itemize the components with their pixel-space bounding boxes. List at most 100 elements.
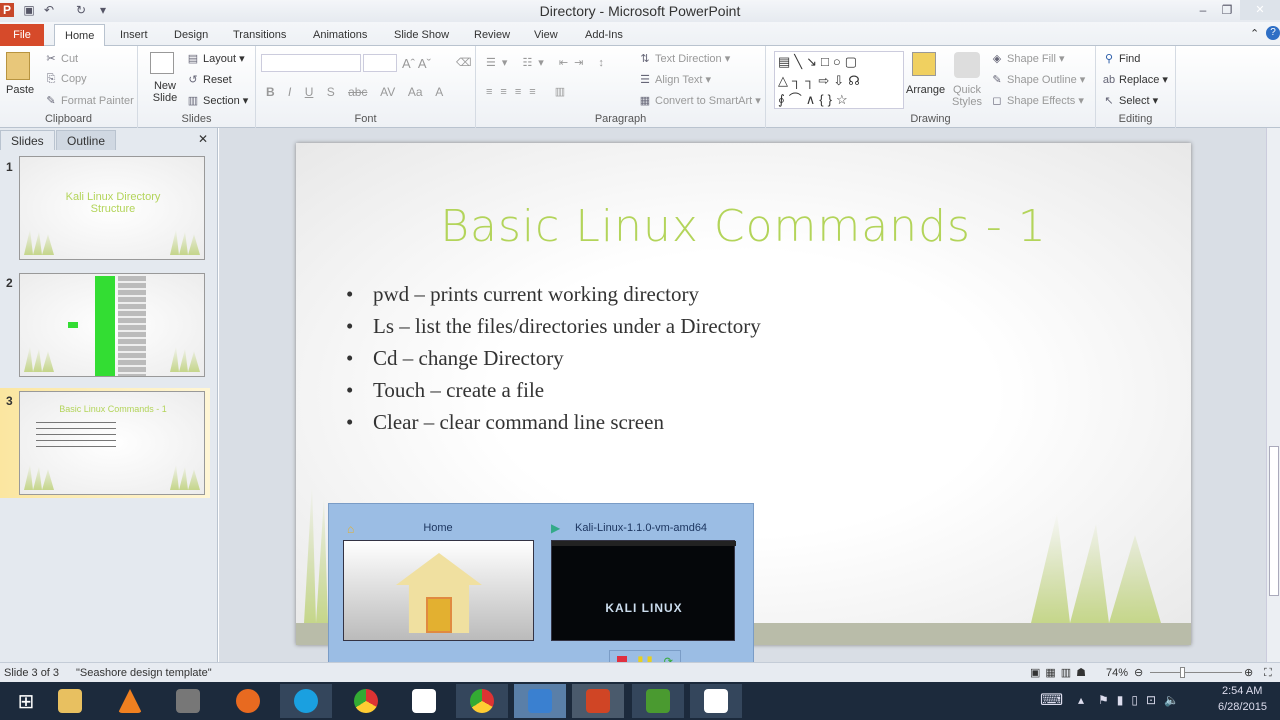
grass-decoration (24, 464, 54, 490)
taskbar-skype[interactable] (280, 684, 332, 718)
new-slide-button[interactable]: New Slide (148, 80, 182, 104)
zoom-in-button[interactable]: ⊕ (1244, 663, 1253, 683)
tab-insert[interactable]: Insert (110, 24, 158, 46)
copy-button[interactable]: Copy (61, 73, 87, 85)
close-panel-button[interactable]: ✕ (198, 132, 208, 146)
taskbar-camtasia[interactable] (632, 684, 684, 718)
zoom-out-button[interactable]: ⊖ (1134, 663, 1143, 683)
bullet-item[interactable]: Clear – clear command line screen (346, 410, 664, 435)
layout-icon: ▤ (187, 53, 199, 65)
shape-outline-button[interactable]: Shape Outline (1007, 74, 1077, 86)
reset-button[interactable]: Reset (203, 74, 232, 86)
slide-thumbnail-2[interactable] (19, 273, 205, 377)
shape-outline-icon: ✎ (992, 74, 1002, 86)
shape-effects-button[interactable]: Shape Effects (1007, 95, 1075, 107)
taskbar: ⊞ ⌨ ▴ ⚑▮▯⊡🔈 2:54 AM 6/28/2015 (0, 682, 1280, 720)
tab-home[interactable]: Home (54, 24, 106, 46)
align-buttons-icon[interactable]: ≡≡≡≡ ▥ (486, 85, 573, 98)
tab-slide-show[interactable]: Slide Show (384, 24, 459, 46)
taskbar-virtualbox[interactable] (514, 684, 566, 718)
shape-fill-button[interactable]: Shape Fill (1007, 53, 1056, 65)
taskbar-chrome-2[interactable] (456, 684, 508, 718)
slide-title[interactable]: Basic Linux Commands - 1 (296, 201, 1191, 252)
underline-button[interactable]: U (305, 85, 314, 99)
slide-thumbnail-3[interactable]: Basic Linux Commands - 1 (19, 391, 205, 495)
slide-thumbnail-1[interactable]: Kali Linux Directory Structure (19, 156, 205, 260)
taskbar-camtasia-2[interactable] (690, 684, 742, 718)
arrange-icon (912, 52, 936, 76)
find-button[interactable]: Find (1119, 53, 1140, 65)
shapes-gallery[interactable]: ▤╲↘□○▢ △┐┐⇨⇩☊ ∮⌒∧{}☆ (774, 51, 904, 109)
tab-animations[interactable]: Animations (303, 24, 377, 46)
italic-button[interactable]: I (288, 85, 291, 99)
cut-button[interactable]: Cut (61, 53, 78, 65)
taskbar-firefox[interactable] (222, 684, 274, 718)
replace-button[interactable]: Replace (1119, 74, 1159, 86)
text-direction-button[interactable]: Text Direction (655, 53, 722, 65)
clock-date[interactable]: 6/28/2015 (1218, 701, 1267, 713)
tab-outline[interactable]: Outline (56, 130, 117, 150)
view-buttons[interactable]: ▣▦▥☗ (1030, 663, 1091, 683)
font-name-select[interactable] (261, 54, 361, 72)
section-button[interactable]: Section (203, 95, 240, 107)
keyboard-icon[interactable]: ⌨ (1040, 690, 1063, 710)
tab-design[interactable]: Design (164, 24, 218, 46)
layout-button[interactable]: Layout (203, 53, 236, 65)
change-case-button[interactable]: Aa (408, 85, 423, 99)
section-icon: ▥ (187, 95, 199, 107)
align-text-button[interactable]: Align Text (655, 74, 703, 86)
bullet-item[interactable]: Cd – change Directory (346, 346, 564, 371)
vertical-scrollbar[interactable] (1266, 128, 1280, 662)
minimize-ribbon-icon[interactable]: ⌃ (1250, 27, 1259, 40)
arrange-button[interactable]: Arrange (906, 84, 945, 96)
tab-file[interactable]: File (0, 24, 44, 46)
minimize-button[interactable]: – (1196, 3, 1210, 17)
taskbar-chrome[interactable] (340, 684, 392, 718)
format-painter-button[interactable]: Format Painter (61, 95, 134, 107)
shadow-button[interactable]: S (327, 85, 335, 99)
font-color-button[interactable]: A (435, 85, 443, 99)
zoom-slider-thumb[interactable] (1180, 667, 1185, 678)
bold-button[interactable]: B (266, 85, 275, 99)
list-buttons-icon[interactable]: ☰▾ ☷▾ ⇤⇥ ↕ (486, 56, 610, 69)
taskbar-powerpoint[interactable] (572, 684, 624, 718)
show-hidden-icons[interactable]: ▴ (1078, 693, 1084, 707)
restore-button[interactable]: ❐ (1220, 3, 1234, 17)
taskbar-vlc[interactable] (104, 684, 156, 718)
grow-font-icon[interactable]: Aˆ Aˇ (402, 56, 431, 71)
paste-button[interactable]: Paste (6, 84, 34, 96)
char-spacing-button[interactable]: AV (380, 85, 395, 99)
select-button[interactable]: Select (1119, 95, 1150, 107)
clock-time[interactable]: 2:54 AM (1222, 685, 1262, 697)
scrollbar-thumb[interactable] (1269, 446, 1279, 596)
zoom-level[interactable]: 74% (1106, 663, 1128, 683)
close-button[interactable]: ✕ (1240, 0, 1280, 20)
bullet-item[interactable]: Touch – create a file (346, 378, 544, 403)
taskbar-file-explorer[interactable] (44, 684, 96, 718)
tab-view[interactable]: View (524, 24, 568, 46)
font-group: Aˆ Aˇ ⌫ B I U S abc AV Aa A Font (256, 46, 476, 128)
tray-icons[interactable]: ⚑▮▯⊡🔈 (1098, 693, 1187, 707)
tab-review[interactable]: Review (464, 24, 520, 46)
tab-transitions[interactable]: Transitions (223, 24, 296, 46)
tab-add-ins[interactable]: Add-Ins (575, 24, 633, 46)
strikethrough-button[interactable]: abc (348, 85, 367, 99)
help-icon[interactable]: ? (1266, 26, 1280, 40)
convert-smartart-button[interactable]: Convert to SmartArt (655, 95, 752, 107)
taskbar-apps[interactable] (398, 684, 450, 718)
zoom-slider[interactable] (1150, 672, 1242, 673)
slide-number: 3 (6, 394, 13, 408)
bullet-item[interactable]: pwd – prints current working directory (346, 282, 699, 307)
home-window-thumbnail[interactable] (343, 540, 534, 641)
theme-name[interactable]: "Seashore design template" (76, 663, 212, 683)
slide-number: 1 (6, 160, 13, 174)
tab-slides[interactable]: Slides (0, 130, 55, 150)
slides-label: Slides (181, 113, 212, 125)
font-size-select[interactable] (363, 54, 397, 72)
clear-formatting-icon[interactable]: ⌫ (456, 56, 472, 69)
taskbar-app[interactable] (162, 684, 214, 718)
quick-styles-button[interactable]: Quick Styles (950, 84, 984, 108)
vm-window-thumbnail[interactable]: KALI LINUX (551, 540, 736, 641)
fit-slide-button[interactable]: ⛶ (1264, 663, 1272, 683)
bullet-item[interactable]: Ls – list the files/directories under a … (346, 314, 761, 339)
